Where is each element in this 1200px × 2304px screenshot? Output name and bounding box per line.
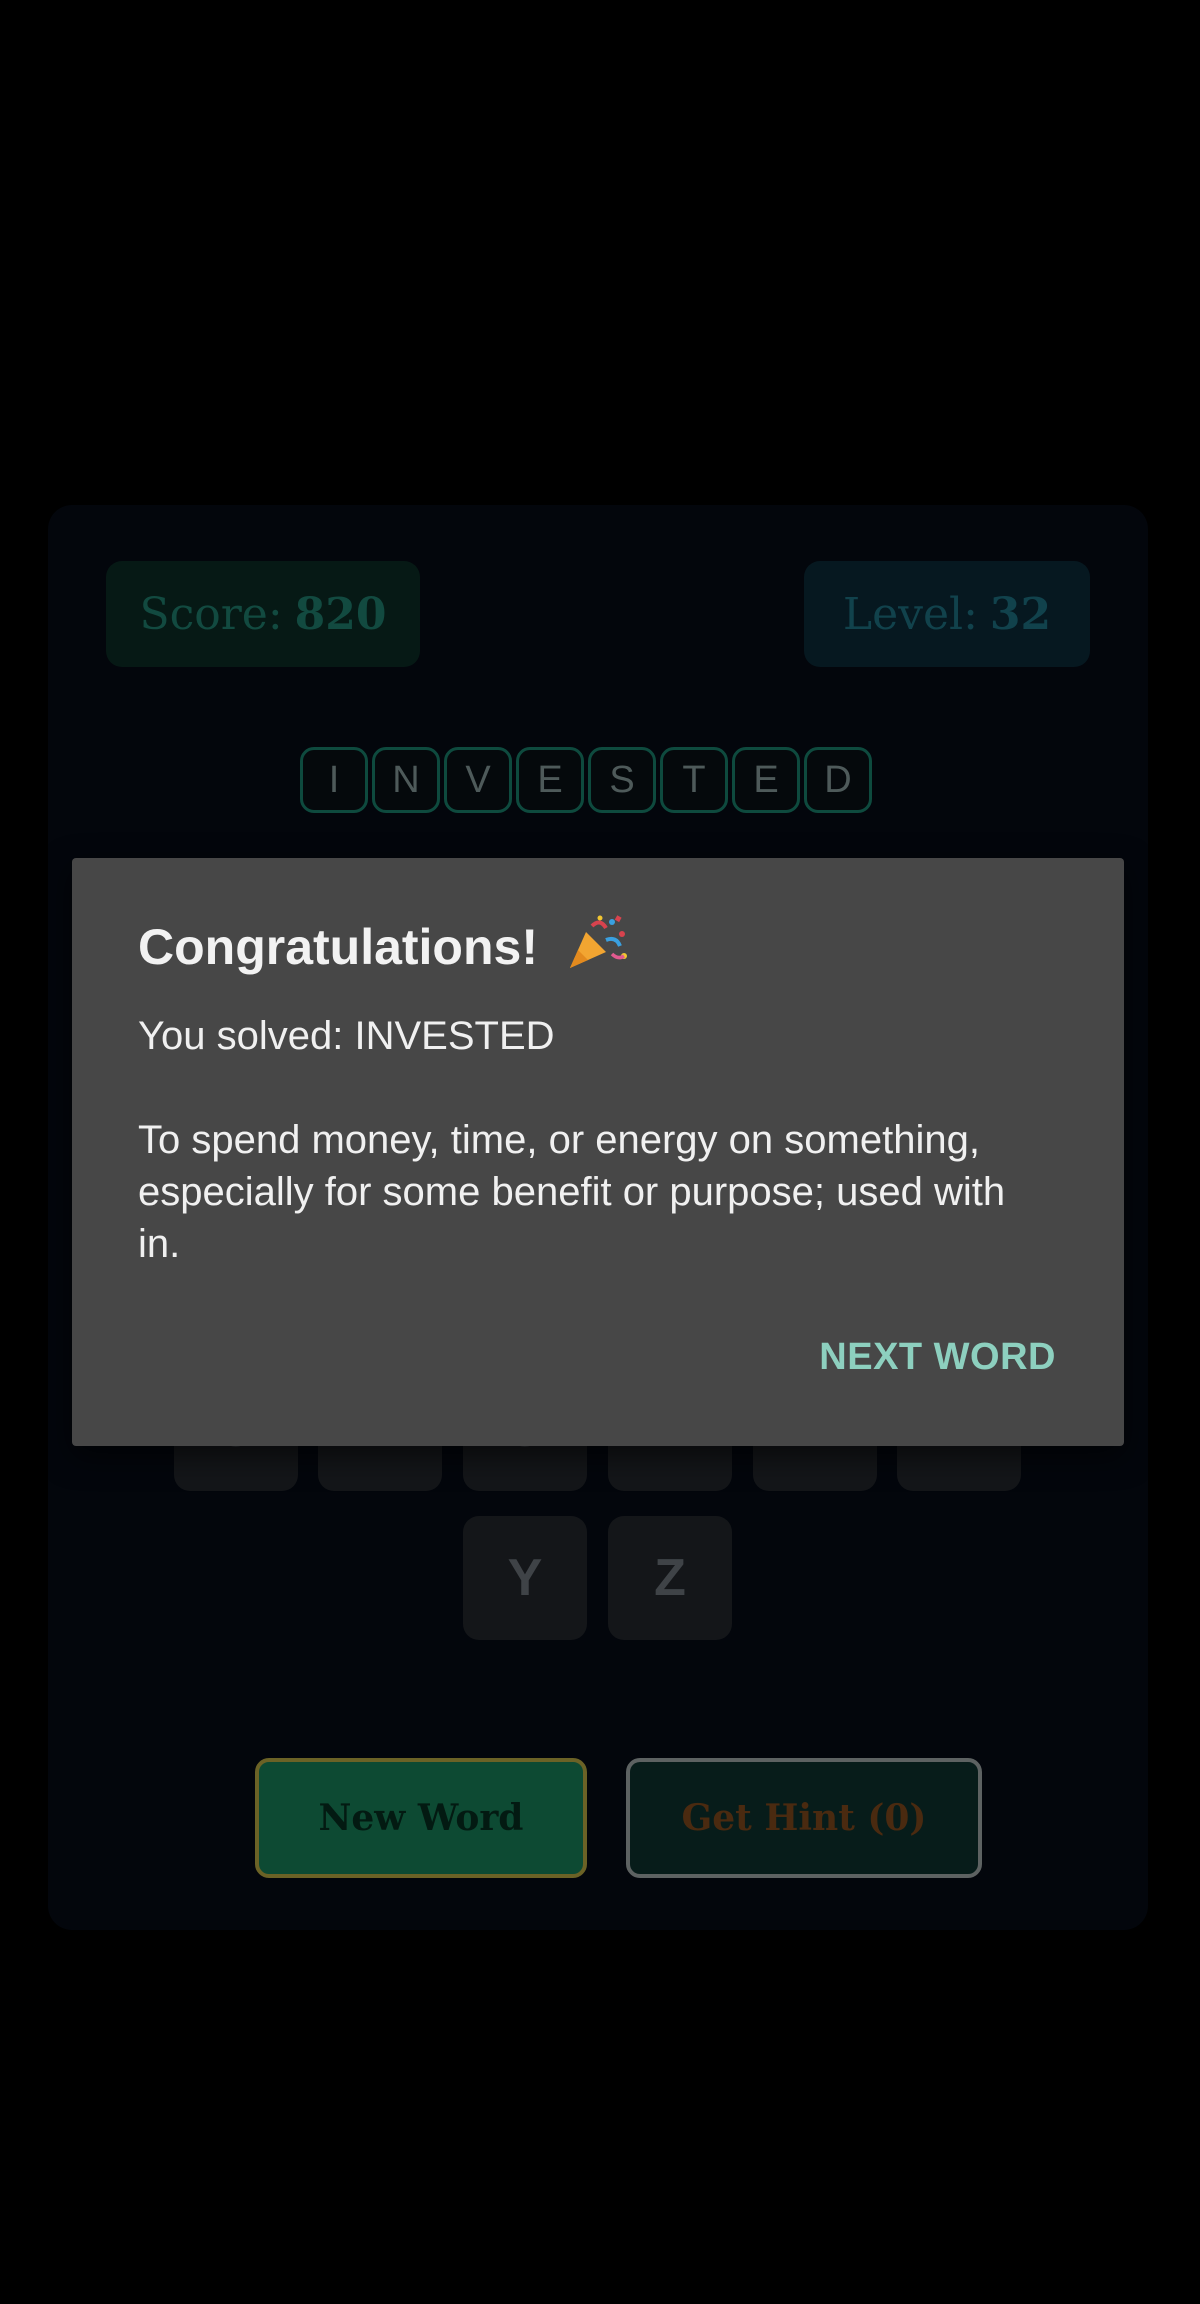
dialog-title-row: Congratulations! <box>138 912 630 976</box>
congratulations-dialog: Congratulations! You solved: INVESTED To… <box>72 858 1124 1446</box>
word-tile: E <box>516 747 584 813</box>
word-tile: I <box>300 747 368 813</box>
word-tile: T <box>660 747 728 813</box>
level-value: 32 <box>989 588 1052 640</box>
word-definition: To spend money, time, or energy on somet… <box>138 1118 1006 1266</box>
key-z[interactable]: Z <box>608 1516 732 1640</box>
word-tile: D <box>804 747 872 813</box>
new-word-button[interactable]: New Word <box>255 1758 587 1878</box>
level-display: Level: 32 <box>804 561 1090 667</box>
next-word-button[interactable]: NEXT WORD <box>819 1336 1056 1379</box>
party-popper-icon <box>566 912 630 972</box>
score-value: 820 <box>294 588 387 640</box>
solved-text: You solved: INVESTED <box>138 1014 555 1058</box>
level-label: Level: <box>842 588 978 640</box>
word-tile: V <box>444 747 512 813</box>
dialog-title: Congratulations! <box>138 919 538 975</box>
get-hint-button[interactable]: Get Hint (0) <box>626 1758 982 1878</box>
word-tile: N <box>372 747 440 813</box>
key-y[interactable]: Y <box>463 1516 587 1640</box>
word-tiles: I N V E S T E D <box>300 747 872 813</box>
screen: Score: 820 Level: 32 I N V E S T E D U T… <box>0 0 1200 2304</box>
word-tile: S <box>588 747 656 813</box>
score-label: Score: <box>139 588 283 640</box>
score-display: Score: 820 <box>106 561 420 667</box>
word-tile: E <box>732 747 800 813</box>
